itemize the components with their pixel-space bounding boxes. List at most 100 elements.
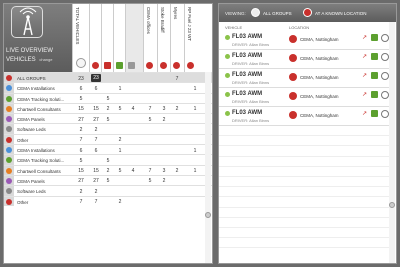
all-groups-filter[interactable]: ALL GROUPS [263,11,292,16]
column-checked[interactable] [113,4,125,72]
empty-row [219,146,391,157]
known-location-icon[interactable] [303,8,312,17]
group-count: 1 [193,147,197,154]
group-row[interactable]: Software Leds 2 2 [4,123,212,134]
column-rp-fuel[interactable]: RP Fuel J 23 WT [184,4,206,72]
change-link[interactable]: change [39,57,52,62]
route-icon[interactable]: ↗ [362,54,368,60]
group-row[interactable]: Other 7 7 2 [4,133,212,145]
vehicle-row[interactable]: FL03 AWM DRIVER: Allan Binns CEMA, Notting… [219,31,391,50]
group-row[interactable]: CEMA Tracking Soluti... 5 5 [4,154,212,165]
pin-red-icon [173,62,180,69]
group-count: 1 [193,168,197,175]
check-icon[interactable] [371,34,378,41]
page-subtitle: VEHICLES change [6,57,52,63]
vehicle-list: FL03 AWM DRIVER: Allan Binns CEMA, Notting… [219,31,391,249]
viewing-header: VIEWING: ALL GROUPS AT A KNOWN LOCATION [219,4,396,22]
group-row[interactable]: Chartwell Consultants 15 15 2 5 4 7 3 2 1 [4,102,212,114]
vehicle-driver: DRIVER: Allan Binns [232,99,270,104]
vehicle-row[interactable]: FL03 AWM DRIVER: Allan Binns CEMA, Notting… [219,88,391,107]
scroll-handle[interactable] [205,212,211,218]
group-icon [6,95,12,102]
group-row[interactable]: Software Leds 2 2 [4,185,212,196]
column-vehicle: VEHICLE [225,25,243,30]
known-location-filter[interactable]: AT A KNOWN LOCATION [315,11,367,16]
globe-icon[interactable] [381,34,389,42]
empty-row [219,208,391,218]
scroll-handle[interactable] [389,202,395,208]
scrollbar[interactable] [389,22,395,263]
group-count: 1 [118,85,122,92]
group-icon-cell [4,145,14,155]
group-icon [6,85,12,92]
vehicle-plate: FL03 AWM [232,53,263,59]
column-myres[interactable]: Myres [170,4,184,72]
column-locked[interactable] [125,4,143,72]
group-icon-cell [4,124,14,134]
group-row[interactable]: CEMA Tracking Soluti... 5 5 [4,92,212,103]
group-count: 4 [131,106,135,113]
column-at-location[interactable] [89,4,101,72]
group-count: 7 [148,106,152,113]
group-count: 27 [93,178,99,185]
route-icon[interactable]: ↗ [362,111,368,117]
empty-row [219,126,391,137]
group-row[interactable]: CEMA Installations 6 6 1 1 [4,82,212,93]
group-row[interactable]: CEMA Panels 27 27 5 5 2 [4,174,212,186]
vehicle-row[interactable]: FL03 AWM DRIVER: Allan Binns CEMA, Notting… [219,69,391,88]
globe-icon[interactable] [381,72,389,80]
group-row[interactable]: ALL GROUPS 23 23 7 [4,72,212,83]
globe-icon[interactable] [381,53,389,61]
group-count: 5 [106,116,110,123]
empty-row [219,197,391,208]
route-icon[interactable]: ↗ [362,73,368,79]
group-count: 2 [175,106,179,113]
empty-row [219,238,391,249]
group-count: 5 [148,178,152,185]
group-count: 6 [79,85,83,92]
group-row[interactable]: CEMA Panels 27 27 5 5 2 [4,113,212,124]
globe-icon[interactable] [381,110,389,118]
group-count: 7 [79,137,83,144]
check-icon[interactable] [371,72,378,79]
check-green-icon [116,62,123,69]
vehicle-location: CEMA, Nottingham [300,37,339,42]
search-icon[interactable] [76,58,86,68]
group-name: Chartwell Consultants [17,168,61,174]
group-icon-cell [4,134,14,145]
vehicle-row[interactable]: FL03 AWM DRIVER: Allan Binns CEMA, Notting… [219,50,391,69]
vehicle-plate: FL03 AWM [232,91,263,97]
group-icon [6,75,12,81]
check-icon[interactable] [371,53,378,60]
group-icon-cell [4,196,14,206]
lock-grey-icon [128,62,135,69]
vehicle-location: CEMA, Nottingham [300,56,339,61]
pin-red-icon [146,62,153,69]
vehicle-row[interactable]: FL03 AWM DRIVER: Allan Binns CEMA, Notting… [219,107,391,126]
check-icon[interactable] [371,110,378,117]
group-row[interactable]: CEMA Installations 6 6 1 1 [4,144,212,155]
group-name: Other [17,137,29,143]
globe-icon[interactable] [381,91,389,99]
pin-red-icon [92,62,99,69]
group-name: CEMA Panels [17,117,45,123]
column-stoke-bradiff[interactable]: Stoke Bradiff [157,4,170,72]
location-pin-icon [289,54,297,62]
route-icon[interactable]: ↗ [362,35,368,41]
all-groups-icon[interactable] [251,8,260,17]
group-row[interactable]: Other 7 7 2 [4,195,212,206]
group-count: 1 [193,85,197,92]
group-icon [6,198,12,205]
group-icon-cell [4,73,14,83]
column-cema-offices[interactable]: CEMA offices [143,4,157,72]
vehicle-driver: DRIVER: Allan Binns [232,80,270,85]
scrollbar[interactable] [205,72,211,263]
empty-row [219,218,391,228]
route-icon[interactable]: ↗ [362,92,368,98]
check-icon[interactable] [371,91,378,98]
group-row[interactable]: Chartwell Consultants 15 15 2 5 4 7 3 2 1 [4,164,212,175]
group-icon-cell [4,103,14,114]
column-on-route[interactable] [101,4,113,72]
vehicle-driver: DRIVER: Allan Binns [232,42,270,47]
group-count: 5 [106,157,110,164]
